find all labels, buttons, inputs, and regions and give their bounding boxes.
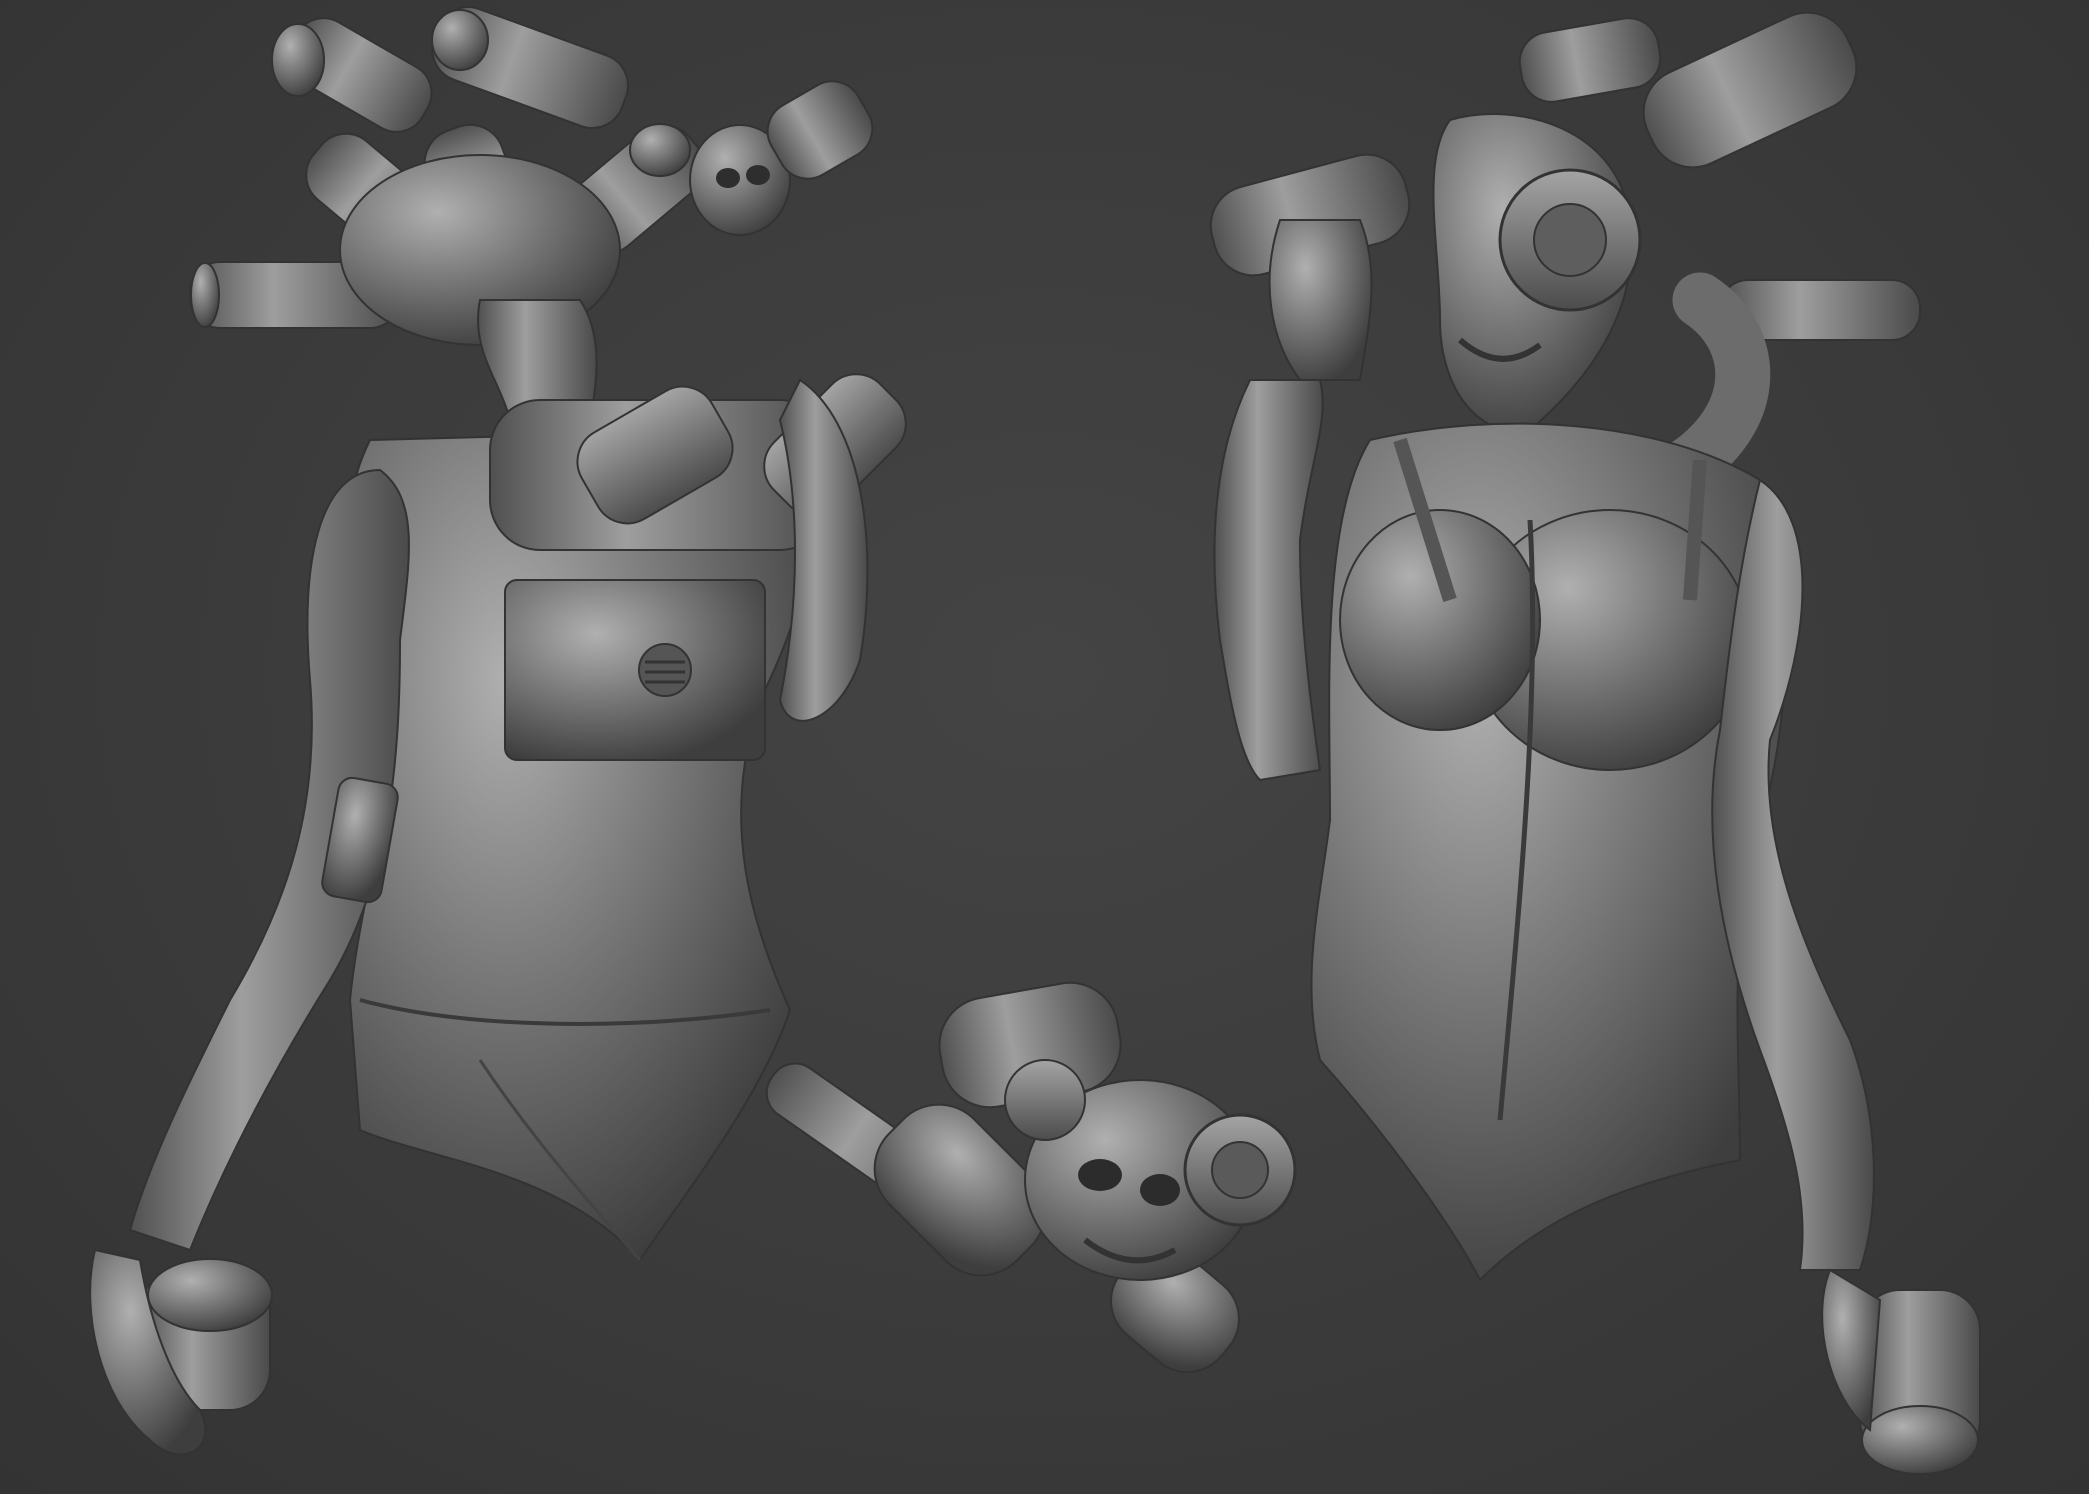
hand-canister xyxy=(89,1248,273,1456)
small-skull xyxy=(689,80,874,236)
raised-arm xyxy=(1213,379,1324,782)
front-hand-canister xyxy=(1821,1268,1981,1475)
chest-right xyxy=(1339,509,1541,731)
helmet-skull-detail xyxy=(765,981,1297,1374)
back-view-figure xyxy=(89,6,907,1456)
raised-hand xyxy=(1268,219,1373,381)
torso-back xyxy=(343,428,810,1262)
sculpt-render xyxy=(89,6,1981,1475)
front-view-figure xyxy=(1209,11,1981,1475)
sculpt-viewport xyxy=(0,0,2089,1494)
